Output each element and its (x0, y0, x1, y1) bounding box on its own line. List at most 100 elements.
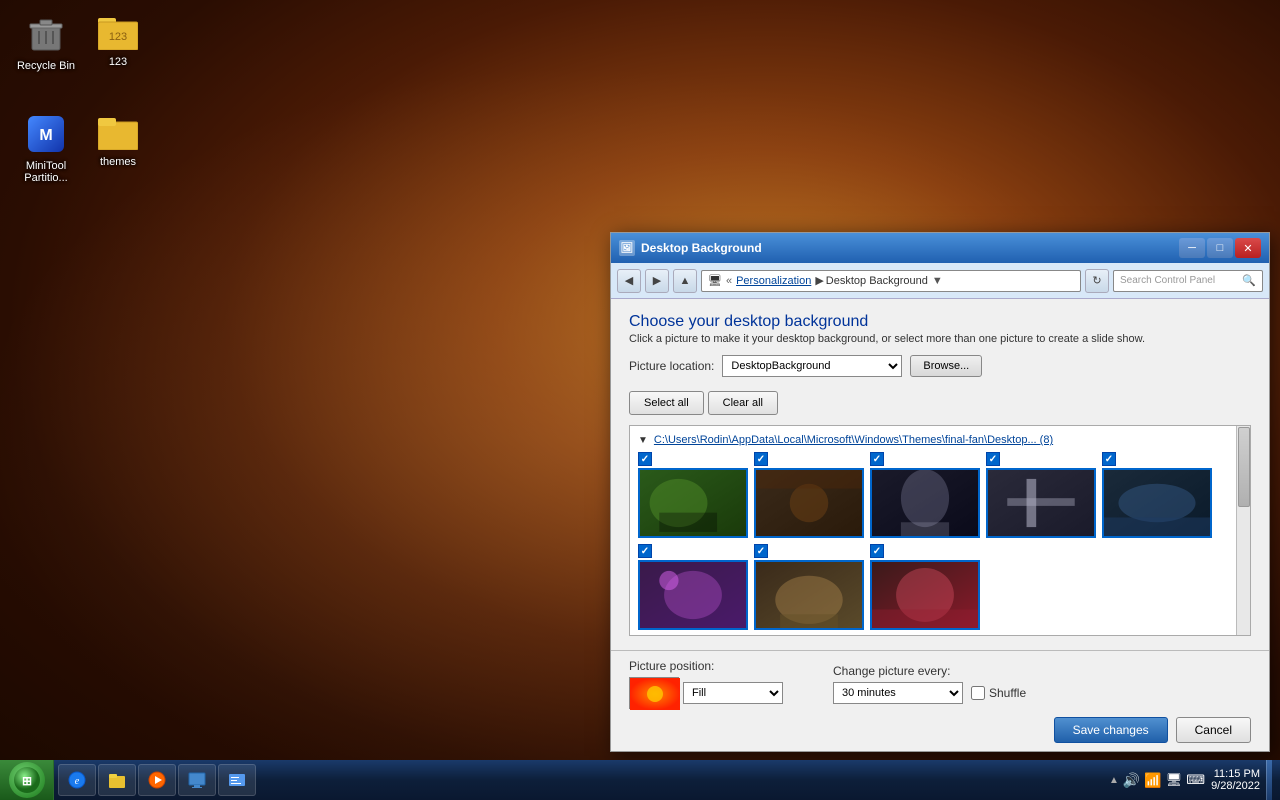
picture-location-label: Picture location: (629, 359, 714, 373)
shuffle-row: Shuffle (971, 686, 1026, 700)
shuffle-checkbox[interactable] (971, 686, 985, 700)
image-item-8[interactable] (870, 544, 980, 630)
clock-time: 11:15 PM (1211, 768, 1260, 780)
refresh-button[interactable]: ↻ (1085, 269, 1109, 293)
picture-position-select[interactable]: Fill (683, 682, 783, 704)
image-item-6[interactable] (638, 544, 748, 630)
change-picture-label: Change picture every: (833, 664, 1026, 678)
image-item-4[interactable] (986, 452, 1096, 538)
image-thumb-8[interactable] (870, 560, 980, 630)
maximize-button[interactable]: □ (1207, 238, 1233, 258)
image-item-2[interactable] (754, 452, 864, 538)
shuffle-label: Shuffle (989, 686, 1026, 700)
image-checkbox-3[interactable] (870, 452, 884, 466)
image-checkbox-4[interactable] (986, 452, 1000, 466)
change-picture-section: Change picture every: 30 minutes Shuffle (833, 664, 1026, 704)
dialog-icon: 🖼 (619, 240, 635, 256)
svg-text:e: e (75, 776, 80, 787)
show-desktop-button[interactable] (1266, 760, 1272, 800)
image-thumb-1[interactable] (638, 468, 748, 538)
back-button[interactable]: ◀ (617, 269, 641, 293)
select-all-button[interactable]: Select all (629, 391, 704, 415)
desktop: Recycle Bin 123 123 M (0, 0, 1280, 800)
tray-keyboard-icon[interactable]: ⌨ (1186, 772, 1205, 788)
tray-up-icon: ▲ (1109, 775, 1119, 786)
desktop-icon-minitool[interactable]: M MiniTool Partitio... (10, 110, 82, 188)
dialog-title: Desktop Background (641, 241, 1179, 255)
page-subtitle: Click a picture to make it your desktop … (629, 333, 1251, 345)
desktop-icon-recycle-bin[interactable]: Recycle Bin (10, 10, 82, 76)
image-thumb-2[interactable] (754, 468, 864, 538)
taskbar-items: e (54, 764, 1101, 796)
cancel-button[interactable]: Cancel (1176, 717, 1251, 743)
grid-scrollbar[interactable] (1236, 426, 1250, 635)
tray-network-icon[interactable]: 📶 (1144, 772, 1161, 789)
picture-location-select[interactable]: DesktopBackground (722, 355, 902, 377)
minimize-button[interactable]: ─ (1179, 238, 1205, 258)
address-part-personalization[interactable]: Personalization (736, 275, 811, 287)
up-button[interactable]: ▲ (673, 269, 697, 293)
tray-icons: ▲ 🔊 📶 🖥 ⌨ (1109, 772, 1205, 789)
image-thumb-5[interactable] (1102, 468, 1212, 538)
position-preview (629, 677, 679, 709)
start-button[interactable]: ⊞ (0, 760, 54, 800)
address-path[interactable]: 🖥 « Personalization ▶ Desktop Background… (701, 270, 1081, 292)
image-item-1[interactable] (638, 452, 748, 538)
group-chevron[interactable]: ▼ (638, 435, 648, 446)
themes-folder-icon (98, 114, 138, 153)
image-thumb-3[interactable] (870, 468, 980, 538)
page-title: Choose your desktop background (629, 313, 1251, 331)
folder-123-icon: 123 (98, 14, 138, 53)
scrollbar-thumb[interactable] (1238, 427, 1250, 507)
svg-text:123: 123 (109, 31, 127, 43)
taskbar-settings[interactable] (218, 764, 256, 796)
tray-display-icon[interactable]: 🖥 (1166, 772, 1183, 788)
save-cancel-row: Save changes Cancel (629, 717, 1251, 743)
taskbar-explorer[interactable] (98, 764, 136, 796)
taskbar-display[interactable] (178, 764, 216, 796)
image-grid-container: ▼ C:\Users\Rodin\AppData\Local\Microsoft… (629, 425, 1251, 636)
recycle-bin-icon (26, 14, 66, 57)
forward-button[interactable]: ▶ (645, 269, 669, 293)
tray-speaker-icon[interactable]: 🔊 (1123, 772, 1140, 789)
taskbar-media[interactable] (138, 764, 176, 796)
svg-text:⊞: ⊞ (21, 774, 31, 788)
close-button[interactable]: ✕ (1235, 238, 1261, 258)
image-checkbox-6[interactable] (638, 544, 652, 558)
image-thumb-4[interactable] (986, 468, 1096, 538)
image-thumb-6[interactable] (638, 560, 748, 630)
title-bar[interactable]: 🖼 Desktop Background ─ □ ✕ (611, 233, 1269, 263)
interval-select[interactable]: 30 minutes (833, 682, 963, 704)
image-grid-scroll[interactable]: ▼ C:\Users\Rodin\AppData\Local\Microsoft… (630, 426, 1250, 635)
search-box[interactable]: Search Control Panel 🔍 (1113, 270, 1263, 292)
picture-location-row: Picture location: DesktopBackground Brow… (629, 355, 1251, 377)
image-row-2 (634, 544, 1246, 630)
themes-label: themes (100, 156, 136, 168)
image-item-5[interactable] (1102, 452, 1212, 538)
recycle-bin-label: Recycle Bin (17, 60, 75, 72)
taskbar: ⊞ e (0, 760, 1280, 800)
address-dropdown-arrow[interactable]: ▼ (932, 275, 943, 287)
image-item-7[interactable] (754, 544, 864, 630)
image-checkbox-7[interactable] (754, 544, 768, 558)
image-checkbox-8[interactable] (870, 544, 884, 558)
address-chevron-left: « (726, 275, 732, 287)
image-item-3[interactable] (870, 452, 980, 538)
address-bar: ◀ ▶ ▲ 🖥 « Personalization ▶ Desktop Back… (611, 263, 1269, 299)
desktop-icon-123[interactable]: 123 123 (82, 10, 154, 72)
image-checkbox-5[interactable] (1102, 452, 1116, 466)
browse-button[interactable]: Browse... (910, 355, 982, 377)
image-thumb-7[interactable] (754, 560, 864, 630)
clear-all-button[interactable]: Clear all (708, 391, 778, 415)
group-path[interactable]: C:\Users\Rodin\AppData\Local\Microsoft\W… (654, 434, 1053, 446)
image-checkbox-2[interactable] (754, 452, 768, 466)
minitool-icon: M (26, 114, 66, 157)
image-checkbox-1[interactable] (638, 452, 652, 466)
address-icon: 🖥 (708, 274, 722, 287)
taskbar-ie[interactable]: e (58, 764, 96, 796)
desktop-icon-themes[interactable]: themes (82, 110, 154, 172)
bottom-bar: Picture position: Fill (611, 650, 1269, 751)
save-changes-button[interactable]: Save changes (1054, 717, 1168, 743)
grid-group-header: ▼ C:\Users\Rodin\AppData\Local\Microsoft… (634, 430, 1246, 452)
tray-clock[interactable]: 11:15 PM 9/28/2022 (1211, 768, 1260, 792)
